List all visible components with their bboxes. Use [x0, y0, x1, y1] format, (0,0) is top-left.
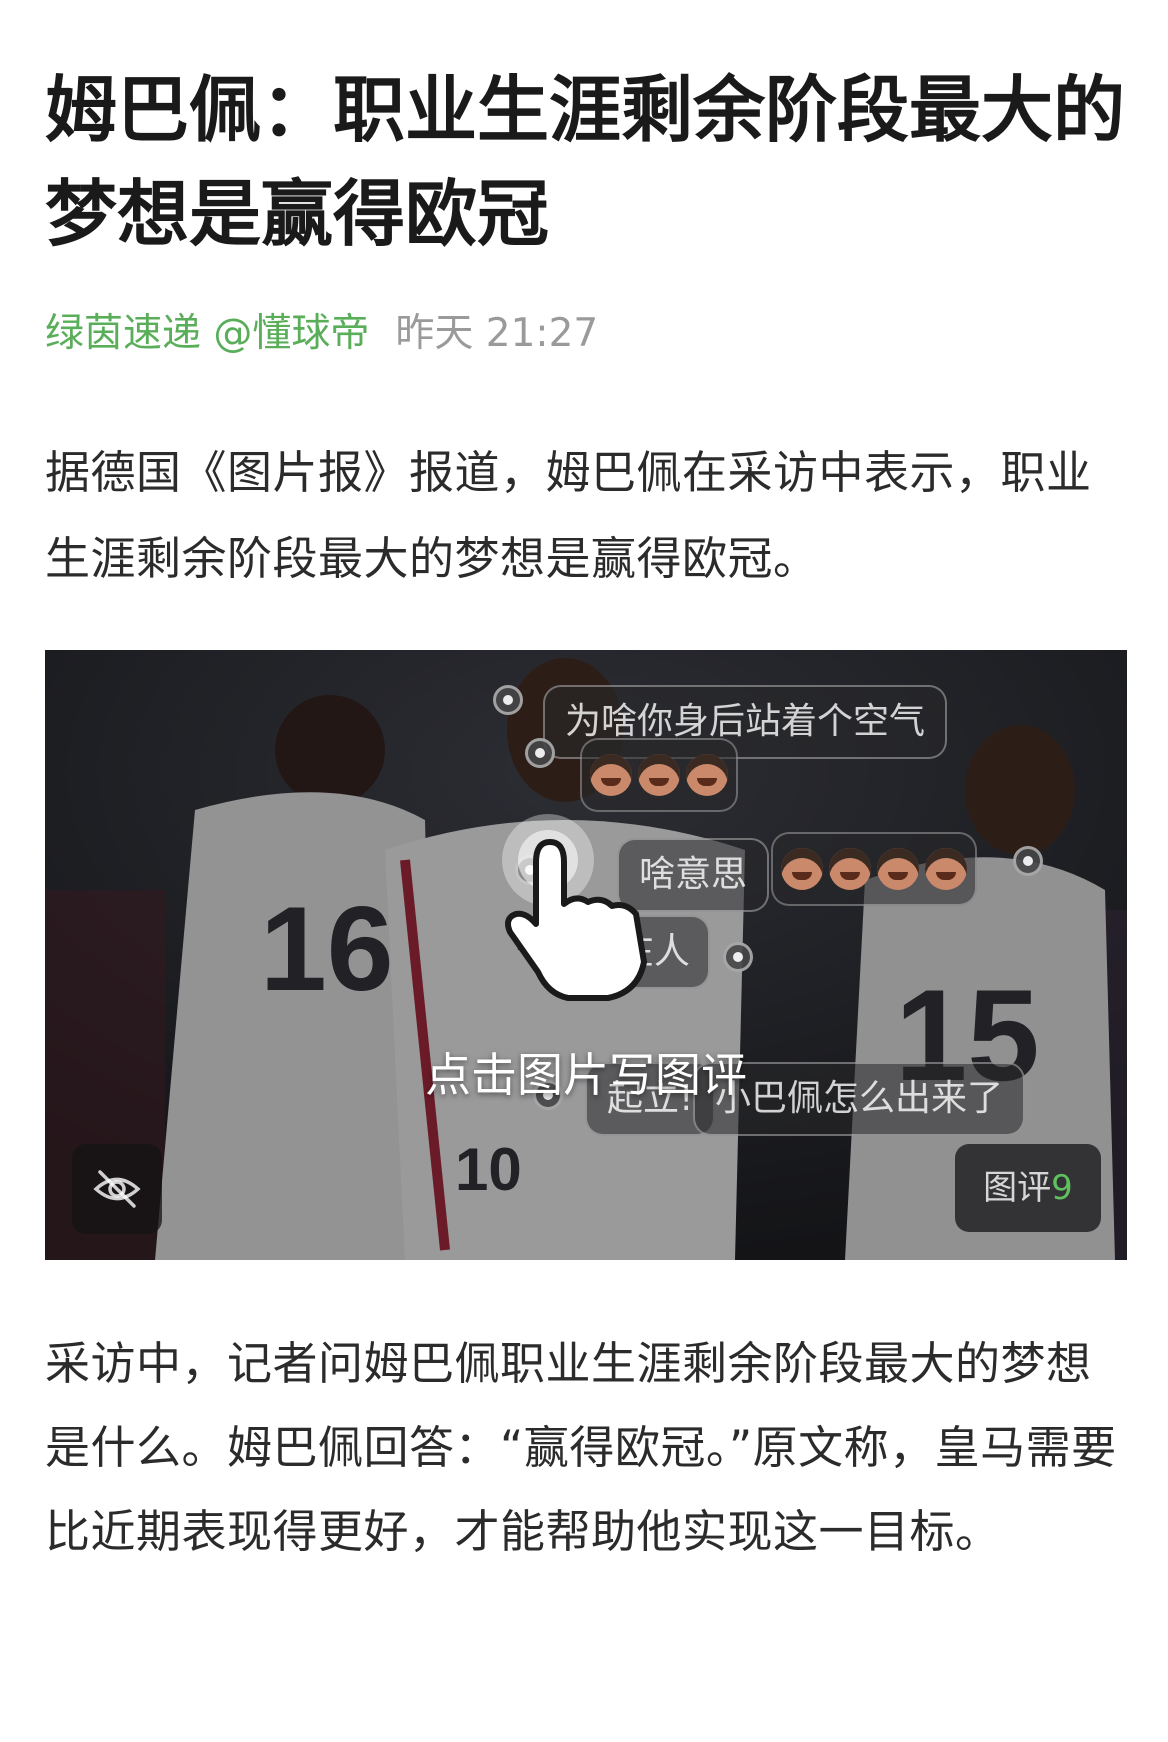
- emoji-face-icon: [686, 754, 728, 796]
- image-comments-count: 9: [1051, 1168, 1073, 1208]
- emoji-face-icon: [781, 848, 823, 890]
- article-paragraph-1: 据德国《图片报》报道，姆巴佩在采访中表示，职业生涯剩余阶段最大的梦想是赢得欧冠。: [45, 446, 1092, 585]
- tap-hand-icon: [502, 814, 647, 1001]
- comment-anchor-dot[interactable]: [1013, 846, 1043, 876]
- emoji-face-icon: [638, 754, 680, 796]
- comment-anchor-dot[interactable]: [723, 942, 753, 972]
- article-meta: 绿茵速递 @懂球帝 昨天 21:27: [45, 308, 598, 360]
- image-comments-label: 图评: [983, 1168, 1052, 1208]
- article-page: 姆巴佩：职业生涯剩余阶段最大的梦想是赢得欧冠 绿茵速递 @懂球帝 昨天 21:27…: [0, 0, 1168, 1742]
- emoji-face-icon: [925, 848, 967, 890]
- article-time: 昨天 21:27: [395, 311, 599, 356]
- tap-to-comment-hint: 点击图片写图评: [425, 1048, 747, 1102]
- emoji-bubble[interactable]: [771, 832, 977, 906]
- emoji-bubble[interactable]: [580, 738, 738, 812]
- emoji-face-icon: [877, 848, 919, 890]
- hide-comments-button[interactable]: [72, 1144, 162, 1234]
- image-comments-button[interactable]: 图评9: [955, 1144, 1101, 1232]
- article-paragraph-2: 采访中，记者问姆巴佩职业生涯剩余阶段最大的梦想是什么。姆巴佩回答：“赢得欧冠。”…: [45, 1337, 1117, 1558]
- comment-anchor-dot[interactable]: [525, 738, 555, 768]
- emoji-face-icon: [829, 848, 871, 890]
- emoji-face-icon: [590, 754, 632, 796]
- comment-anchor-dot[interactable]: [493, 685, 523, 715]
- article-photo[interactable]: 16 Emi 10 15 为啥你身后站着个空气 啥意思: [45, 650, 1127, 1260]
- eye-slash-icon: [93, 1170, 141, 1208]
- article-title: 姆巴佩：职业生涯剩余阶段最大的梦想是赢得欧冠: [45, 68, 1126, 256]
- article-source[interactable]: 绿茵速递 @懂球帝: [45, 311, 369, 356]
